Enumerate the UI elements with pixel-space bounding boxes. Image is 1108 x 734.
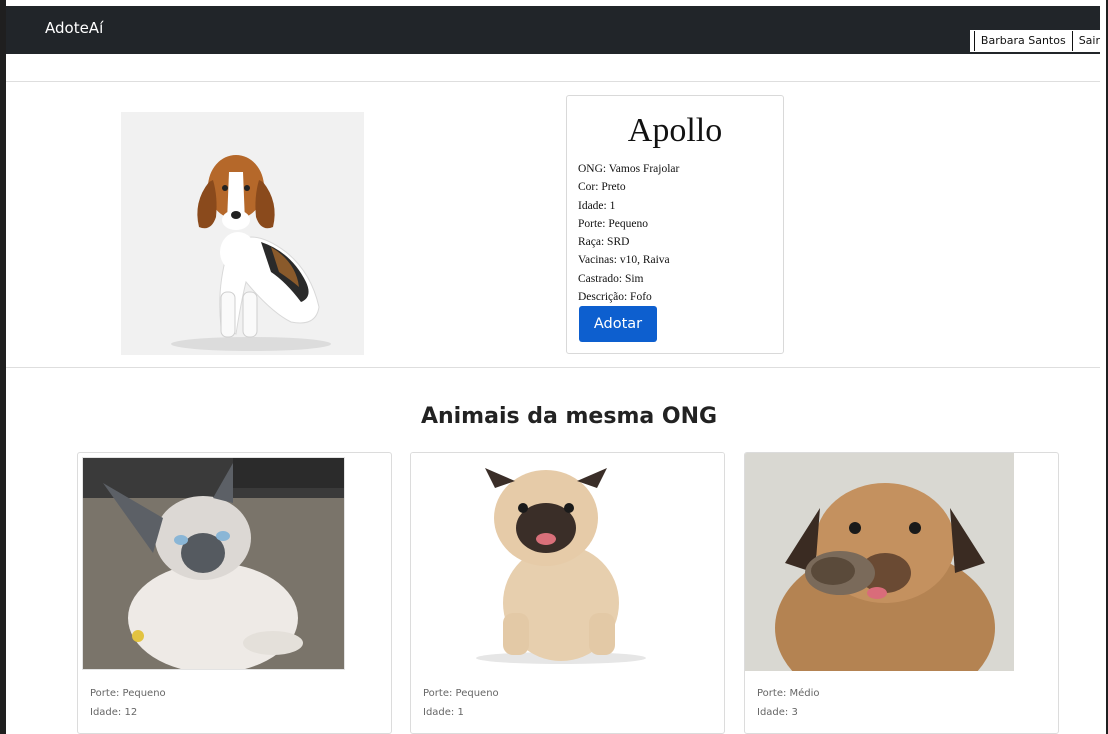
pet-card[interactable]: Porte: Médio Idade: 3 — [744, 452, 1059, 734]
pet-card-text: Porte: Médio Idade: 3 — [757, 684, 820, 722]
detail-cor: Cor: Preto — [578, 181, 626, 194]
top-navbar: AdoteAí — [6, 6, 1100, 54]
pet-details: ONG: Vamos Frajolar Cor: Preto Idade: 1 … — [578, 160, 679, 306]
pet-photo — [121, 112, 364, 355]
detail-ong: ONG: Vamos Frajolar — [578, 163, 680, 175]
pet-card[interactable]: Porte: Pequeno Idade: 1 — [410, 452, 725, 734]
divider — [6, 367, 1100, 368]
pet-card-text: Porte: Pequeno Idade: 1 — [423, 684, 499, 722]
brand-logo[interactable]: AdoteAí — [45, 19, 103, 37]
pet-card[interactable]: Porte: Pequeno Idade: 12 — [77, 452, 392, 734]
detail-porte: Porte: Pequeno — [578, 217, 648, 230]
detail-raca: Raça: SRD — [578, 236, 630, 249]
pet-card-text: Porte: Pequeno Idade: 12 — [90, 684, 166, 722]
divider — [6, 81, 1100, 82]
pet-card-photo — [745, 453, 1014, 671]
card-porte: Porte: Pequeno — [90, 688, 166, 699]
detail-vacinas: Vacinas: v10, Raiva — [578, 254, 670, 267]
adopt-button[interactable]: Adotar — [579, 306, 657, 342]
pet-card-photo — [82, 457, 345, 670]
detail-idade: Idade: 1 — [578, 199, 616, 212]
card-idade: Idade: 3 — [757, 707, 798, 718]
detail-descricao: Descrição: Fofo — [578, 291, 652, 304]
user-nav: Barbara Santos Sair — [969, 30, 1106, 52]
detail-castrado: Castrado: Sim — [578, 272, 644, 285]
section-title: Animais da mesma ONG — [420, 404, 718, 429]
card-porte: Porte: Pequeno — [423, 688, 499, 699]
pet-name: Apollo — [627, 112, 723, 149]
pet-info-card: Apollo ONG: Vamos Frajolar Cor: Preto Id… — [566, 95, 784, 354]
user-name-link[interactable]: Barbara Santos — [973, 31, 1072, 51]
card-porte: Porte: Médio — [757, 688, 820, 699]
logout-link[interactable]: Sair — [1071, 31, 1106, 51]
pet-card-photo — [411, 453, 724, 671]
card-idade: Idade: 12 — [90, 707, 138, 718]
card-idade: Idade: 1 — [423, 707, 464, 718]
